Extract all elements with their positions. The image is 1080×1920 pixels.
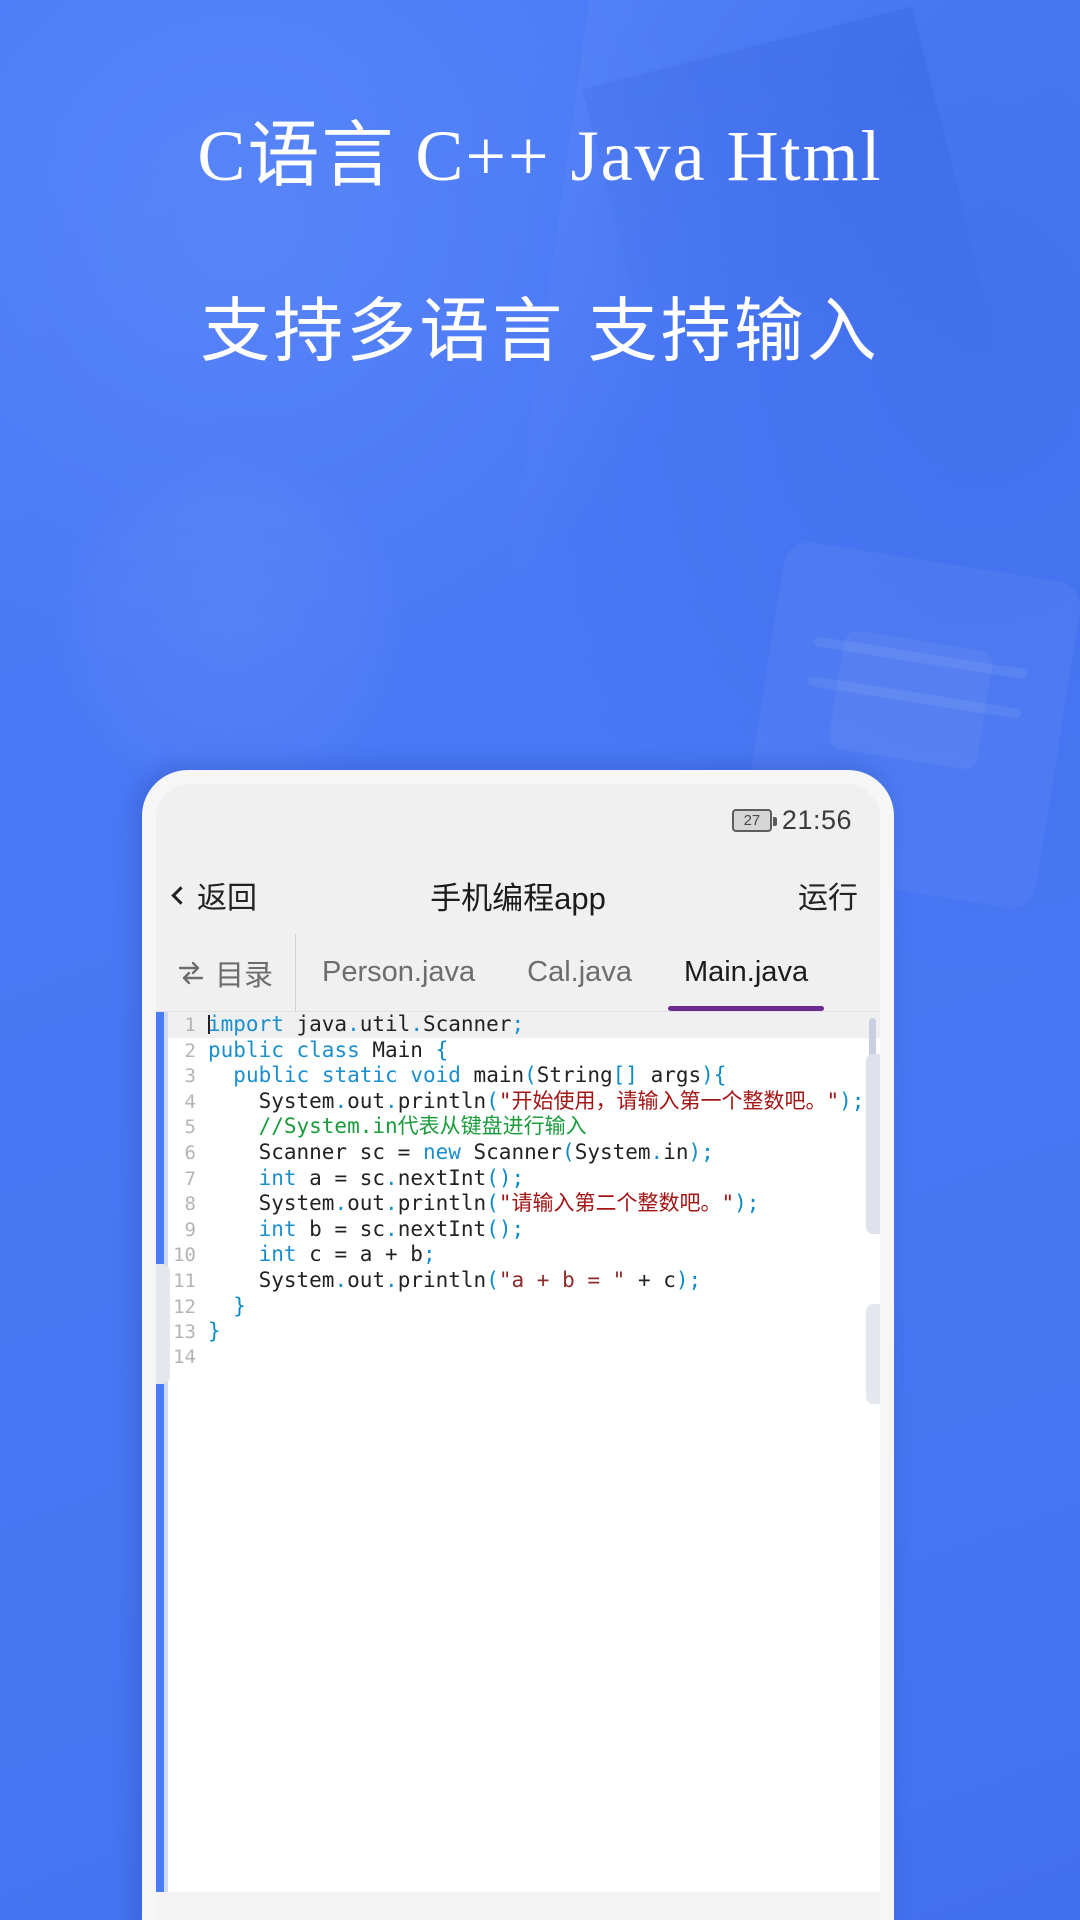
line-content: int a = sc.nextInt();: [258, 1165, 525, 1190]
line-content: int c = a + b;: [258, 1242, 436, 1267]
line-content: public class Main {: [208, 1037, 449, 1062]
nav-bar: 返回 手机编程app 运行: [156, 856, 880, 934]
page-title: 手机编程app: [430, 880, 606, 916]
tab-main-java[interactable]: Main.java: [658, 934, 834, 1011]
swap-icon: [176, 960, 206, 986]
code-line: 8 System.out.println("请输入第二个整数吧。");: [156, 1191, 880, 1217]
line-content: }: [233, 1293, 246, 1318]
line-content: System.out.println("a + b = " + c);: [208, 1267, 702, 1292]
phone-scroll-pip-right-lower[interactable]: [866, 1304, 880, 1404]
run-button[interactable]: 运行: [798, 873, 858, 917]
code-line: 14: [156, 1345, 880, 1371]
line-content: System.out.println("开始使用，请输入第一个整数吧。");: [208, 1088, 865, 1113]
code-line: 12 }: [156, 1294, 880, 1320]
code-line: 7 int a = sc.nextInt();: [156, 1166, 880, 1192]
phone-screen: 27 21:56 返回 手机编程app 运行 目录 Person.java Ca…: [156, 784, 880, 1920]
phone-scroll-pip-left[interactable]: [156, 1264, 170, 1384]
line-content: int b = sc.nextInt();: [258, 1216, 525, 1241]
code-line: 5 //System.in代表从键盘进行输入: [156, 1114, 880, 1140]
phone-scroll-pip-right-upper[interactable]: [866, 1054, 880, 1234]
code-line: 1 import java.util.Scanner;: [156, 1012, 880, 1038]
code-line: 9 int b = sc.nextInt();: [156, 1217, 880, 1243]
battery-icon: 27: [731, 808, 777, 832]
tab-cal-java[interactable]: Cal.java: [501, 934, 658, 1011]
tab-person-java[interactable]: Person.java: [296, 934, 501, 1011]
code-line: 6 Scanner sc = new Scanner(System.in);: [156, 1140, 880, 1166]
editor-left-rail-inner: [164, 1012, 168, 1892]
line-content: public static void main(String[] args){: [233, 1063, 727, 1088]
editor-left-rail: [156, 1012, 164, 1892]
line-content: System.out.println("请输入第二个整数吧。");: [208, 1191, 760, 1216]
directory-button[interactable]: 目录: [156, 934, 297, 1011]
line-content: }: [208, 1319, 221, 1344]
code-line: 3 public static void main(String[] args)…: [156, 1063, 880, 1089]
back-button[interactable]: 返回: [171, 873, 257, 917]
line-content: //System.in代表从键盘进行输入: [258, 1114, 587, 1139]
code-line: 11 System.out.println("a + b = " + c);: [156, 1268, 880, 1294]
editor-tab-bar: 目录 Person.java Cal.java Main.java: [156, 934, 880, 1012]
battery-level-label: 27: [743, 811, 761, 829]
phone-mockup: 27 21:56 返回 手机编程app 运行 目录 Person.java Ca…: [142, 770, 894, 1920]
line-content: import java.util.Scanner;: [208, 1012, 525, 1036]
status-bar: 27 21:56: [156, 784, 880, 856]
chevron-left-icon: [171, 885, 190, 905]
line-content: Scanner sc = new Scanner(System.in);: [208, 1139, 714, 1164]
code-line: 13 }: [156, 1319, 880, 1345]
code-line: 10 int c = a + b;: [156, 1242, 880, 1268]
status-time: 21:56: [781, 804, 852, 835]
code-line: 2 public class Main {: [156, 1038, 880, 1064]
back-button-label: 返回: [197, 882, 257, 915]
code-line: 4 System.out.println("开始使用，请输入第一个整数吧。");: [156, 1089, 880, 1115]
directory-label: 目录: [215, 959, 274, 992]
code-editor[interactable]: 1 import java.util.Scanner; 2 public cla…: [156, 1012, 880, 1892]
